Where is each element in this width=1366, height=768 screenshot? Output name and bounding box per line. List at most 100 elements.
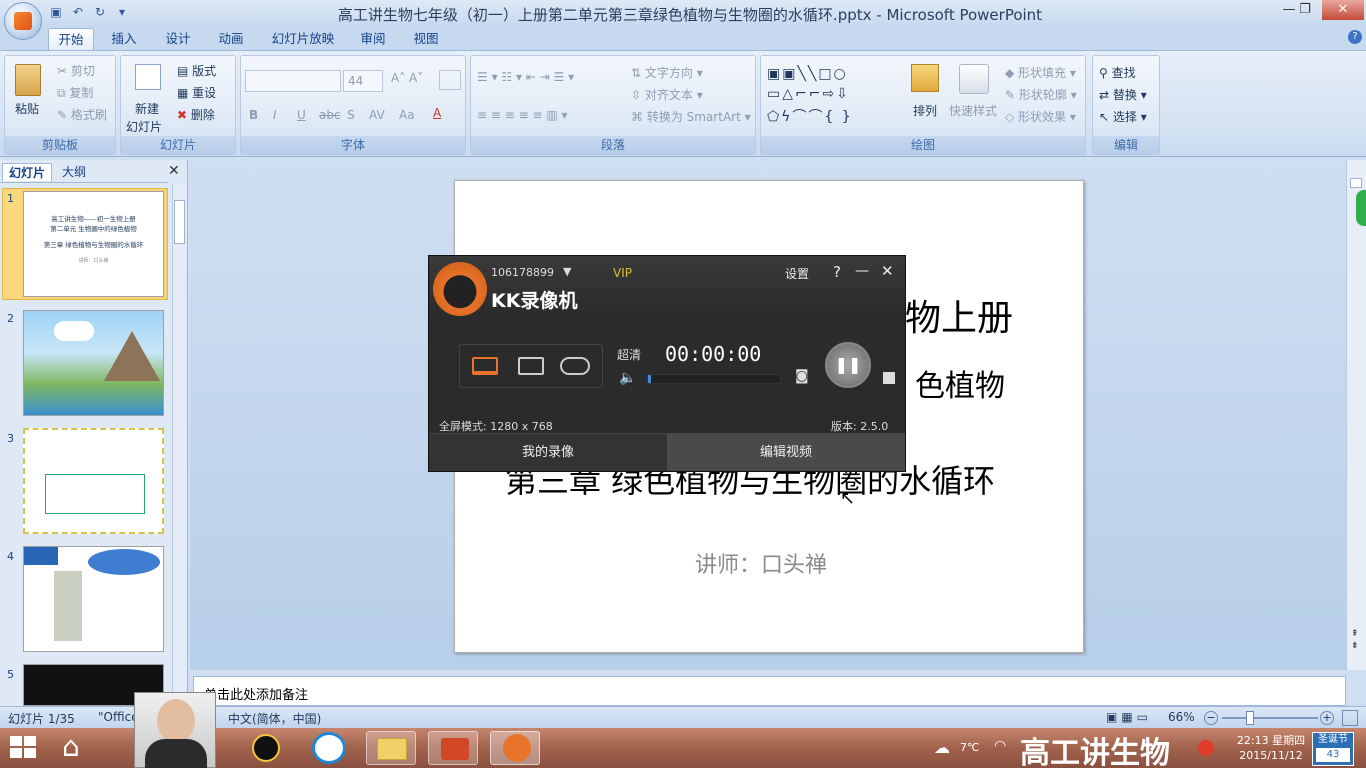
language-indicator[interactable]: 中文(简体，中国) xyxy=(228,710,321,727)
slide-thumbnail-3[interactable] xyxy=(23,428,164,534)
tab-outline[interactable]: 大纲 xyxy=(56,163,92,181)
green-side-tab-icon[interactable] xyxy=(1356,190,1366,226)
char-spacing-button[interactable]: AV xyxy=(369,108,385,122)
fullscreen-mode-icon[interactable] xyxy=(472,357,498,375)
font-color-button[interactable]: A xyxy=(433,106,441,120)
region-mode-icon[interactable] xyxy=(518,357,544,375)
italic-button[interactable]: I xyxy=(273,108,277,122)
close-button[interactable]: ✕ xyxy=(1322,0,1364,20)
paste-button[interactable]: 粘贴 xyxy=(15,100,39,117)
customize-qat-icon[interactable]: ▾ xyxy=(114,4,130,20)
shape-fill-button[interactable]: ◆ 形状填充 ▾ xyxy=(1005,64,1076,81)
shape-outline-button[interactable]: ✎ 形状轮廓 ▾ xyxy=(1005,86,1077,103)
text-direction-button[interactable]: ⇅ 文字方向 ▾ xyxy=(631,64,703,81)
office-button[interactable] xyxy=(4,2,42,40)
tab-slideshow[interactable]: 幻灯片放映 xyxy=(266,28,340,50)
find-button[interactable]: ⚲ 查找 xyxy=(1099,64,1136,81)
help-icon[interactable]: ? xyxy=(1348,30,1362,44)
pause-button[interactable]: ❚❚ xyxy=(825,342,871,388)
sogou-ime-icon[interactable] xyxy=(1198,740,1214,756)
quick-styles-button[interactable]: 快速样式 xyxy=(949,102,997,119)
cut-button[interactable]: ✂ 剪切 xyxy=(57,62,95,79)
volume-icon[interactable]: 🔈 xyxy=(619,370,636,386)
theme-name[interactable]: "Office xyxy=(98,710,139,724)
tab-view[interactable]: 视图 xyxy=(406,28,446,50)
tab-insert[interactable]: 插入 xyxy=(104,28,144,50)
shadow-button[interactable]: S xyxy=(347,108,355,122)
scroll-thumb[interactable] xyxy=(174,200,185,244)
strikethrough-button[interactable]: abc xyxy=(319,108,341,122)
undo-icon[interactable]: ↶ xyxy=(70,4,86,20)
clock-date[interactable]: 2015/11/12 xyxy=(1234,749,1308,762)
shape-effects-button[interactable]: ◇ 形状效果 ▾ xyxy=(1005,108,1076,125)
taskbar-powerpoint[interactable] xyxy=(428,731,478,765)
replace-button[interactable]: ⇄ 替换 ▾ xyxy=(1099,86,1147,103)
zoom-out-icon[interactable]: − xyxy=(1204,711,1218,725)
font-name-combo[interactable] xyxy=(245,70,341,92)
smartart-button[interactable]: ⌘ 转换为 SmartArt ▾ xyxy=(631,108,751,125)
clock-time[interactable]: 22:13 星期四 xyxy=(1234,732,1308,748)
new-slide-icon[interactable] xyxy=(135,64,161,90)
tab-animation[interactable]: 动画 xyxy=(211,28,251,50)
restore-button[interactable]: ❐ xyxy=(1290,0,1320,20)
stop-icon[interactable] xyxy=(883,372,895,384)
slide-thumbnail-1[interactable]: 高工讲生物——初一生物上册 第二单元 生物圈中的绿色植物 第三章 绿色植物与生物… xyxy=(23,191,164,297)
layout-button[interactable]: ▤ 版式 xyxy=(177,62,216,79)
kk-minimize-button[interactable]: — xyxy=(855,263,869,279)
select-button[interactable]: ↖ 选择 ▾ xyxy=(1099,108,1147,125)
game-mode-icon[interactable] xyxy=(560,357,590,375)
weather-cloud-icon[interactable]: ☁ xyxy=(934,738,950,757)
change-case-button[interactable]: Aa xyxy=(399,108,415,122)
format-painter-button[interactable]: ✎ 格式刷 xyxy=(57,106,107,123)
copy-button[interactable]: ⧉ 复制 xyxy=(57,84,93,101)
reset-button[interactable]: ▦ 重设 xyxy=(177,84,216,101)
taskbar-explorer[interactable] xyxy=(366,731,416,765)
holiday-calendar-widget[interactable]: 圣诞节 43 xyxy=(1312,732,1354,766)
save-icon[interactable]: ▣ xyxy=(48,4,64,20)
fit-to-window-icon[interactable] xyxy=(1342,710,1358,726)
quick-styles-icon[interactable] xyxy=(959,64,989,94)
tab-slides[interactable]: 幻灯片 xyxy=(2,163,53,181)
network-icon[interactable]: ◠ xyxy=(994,738,1006,754)
zoom-slider[interactable] xyxy=(1222,717,1318,719)
account-dropdown-icon[interactable]: ▼ xyxy=(563,265,571,278)
kk-help-button[interactable]: ? xyxy=(833,263,841,281)
home-icon[interactable]: ⌂ xyxy=(62,730,80,763)
shapes-gallery-row2[interactable]: ▭△⌐⌐⇨⇩ xyxy=(767,86,850,102)
slide-thumbnail-4[interactable] xyxy=(23,546,164,652)
zoom-level[interactable]: 66% xyxy=(1168,710,1195,724)
scroll-thumb[interactable] xyxy=(1350,178,1362,188)
notes-pane[interactable]: 单击此处添加备注 xyxy=(193,676,1346,706)
tab-home[interactable]: 开始 xyxy=(48,28,94,50)
delete-button[interactable]: ✖ 删除 xyxy=(177,106,215,123)
kk-vip-badge[interactable]: VIP xyxy=(613,266,632,280)
new-slide-label-1[interactable]: 新建 xyxy=(135,100,159,117)
close-pane-icon[interactable]: ✕ xyxy=(168,163,180,179)
zoom-slider-thumb[interactable] xyxy=(1246,711,1254,725)
zoom-in-icon[interactable]: + xyxy=(1320,711,1334,725)
screenshot-camera-icon[interactable]: ◙ xyxy=(795,368,809,384)
editor-scrollbar[interactable]: ⇞ ⇟ xyxy=(1346,160,1366,670)
arrange-icon[interactable] xyxy=(911,64,939,92)
qq-icon[interactable] xyxy=(252,734,280,762)
grow-font-icon[interactable]: A˄ A˅ xyxy=(391,71,423,85)
bullets-icon[interactable]: ☰ ▾ ☷ ▾ ⇤ ⇥ ☰ ▾ xyxy=(477,70,574,84)
prev-next-slide-icon[interactable]: ⇞ ⇟ xyxy=(1351,628,1359,652)
browser-icon[interactable] xyxy=(312,732,346,764)
my-recordings-button[interactable]: 我的录像 xyxy=(429,433,667,471)
arrange-button[interactable]: 排列 xyxy=(913,102,937,119)
underline-button[interactable]: U xyxy=(297,108,306,122)
slides-scrollbar[interactable] xyxy=(172,184,186,704)
clear-format-icon[interactable] xyxy=(439,70,461,90)
windows-start-icon[interactable] xyxy=(10,736,38,760)
kk-account[interactable]: 106178899 xyxy=(491,266,554,279)
kk-quality[interactable]: 超清 xyxy=(617,346,641,363)
bold-button[interactable]: B xyxy=(249,108,258,122)
paste-icon[interactable] xyxy=(15,64,41,96)
edit-video-button[interactable]: 编辑视频 xyxy=(667,433,905,471)
new-slide-label-2[interactable]: 幻灯片 xyxy=(126,118,162,135)
shapes-gallery-row3[interactable]: ⬠ϟ⌒⌒{ } xyxy=(767,106,853,126)
kk-close-button[interactable]: ✕ xyxy=(881,262,894,280)
view-buttons-icon[interactable]: ▣▦▭ xyxy=(1106,710,1152,724)
align-text-button[interactable]: ⇳ 对齐文本 ▾ xyxy=(631,86,703,103)
